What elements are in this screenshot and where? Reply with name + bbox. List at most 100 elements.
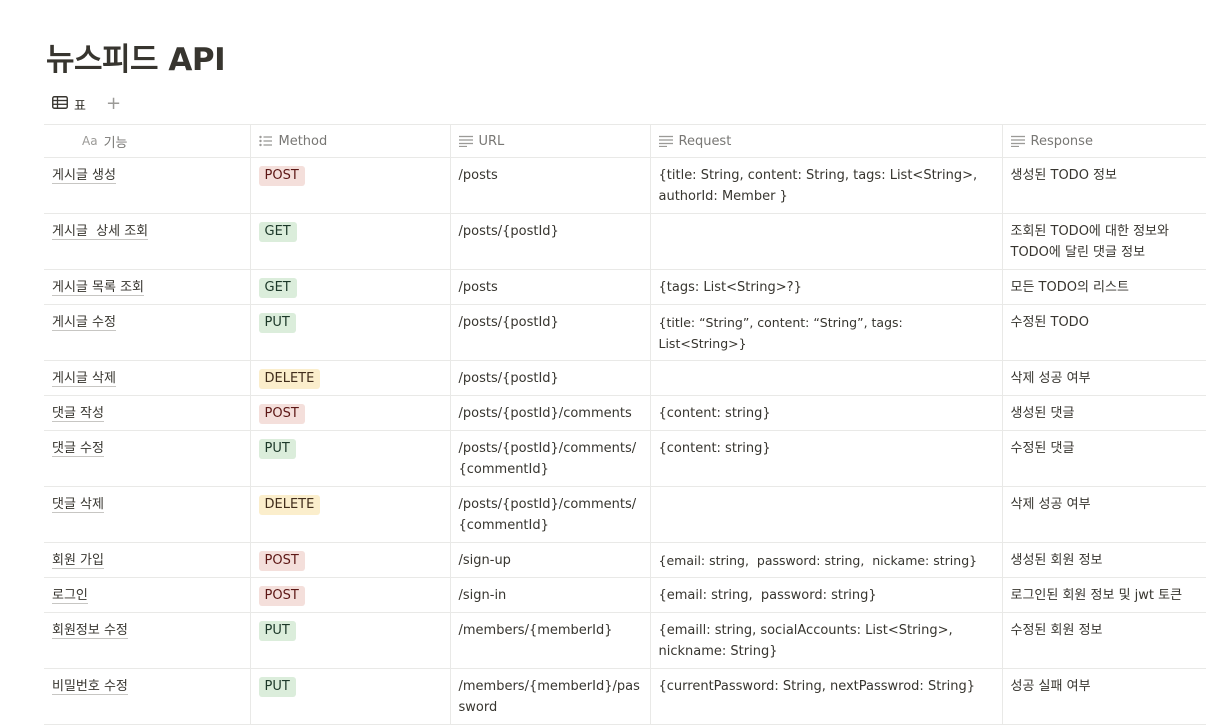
cell-response[interactable]: 수정된 회원 정보	[1002, 612, 1206, 669]
cell-method[interactable]: POST	[250, 395, 451, 431]
method-tag: PUT	[258, 313, 296, 333]
cell-method[interactable]: DELETE	[250, 360, 451, 396]
column-header-url[interactable]: URL	[450, 124, 651, 158]
cell-response[interactable]: 생성된 회원 정보	[1002, 542, 1206, 578]
cell-function[interactable]: 댓글 수정	[44, 430, 251, 487]
cell-function[interactable]: 댓글 작성	[44, 395, 251, 431]
cell-method[interactable]: PUT	[250, 668, 451, 725]
cell-response[interactable]: 생성된 TODO 정보	[1002, 157, 1206, 214]
cell-method[interactable]: PUT	[250, 430, 451, 487]
text-property-icon	[458, 135, 473, 148]
text-property-icon	[658, 135, 673, 148]
cell-response[interactable]: 수정된 TODO	[1002, 304, 1206, 361]
cell-url[interactable]: /posts/{postId}/comments/{commentId}	[450, 486, 651, 543]
cell-function[interactable]: 게시글 삭제	[44, 360, 251, 396]
method-tag: DELETE	[258, 369, 321, 389]
table-row: 게시글 삭제 DELETE /posts/{postId} 삭제 성공 여부	[44, 360, 1206, 396]
cell-url[interactable]: /posts	[450, 157, 651, 214]
cell-request[interactable]: {tags: List<String>?}	[650, 269, 1003, 305]
cell-url[interactable]: /posts/{postId}	[450, 213, 651, 270]
cell-url[interactable]: /posts/{postId}/comments/{commentId}	[450, 430, 651, 487]
row-title-link[interactable]: 게시글 생성	[52, 168, 116, 184]
cell-response[interactable]: 생성된 댓글	[1002, 395, 1206, 431]
method-tag: POST	[258, 586, 305, 606]
cell-response[interactable]: 조회된 TODO에 대한 정보와 TODO에 달린 댓글 정보	[1002, 213, 1206, 270]
cell-url[interactable]: /posts/{postId}	[450, 360, 651, 396]
row-title-link[interactable]: 댓글 삭제	[52, 497, 104, 513]
cell-method[interactable]: POST	[250, 542, 451, 578]
method-tag: POST	[258, 551, 305, 571]
method-tag: PUT	[258, 621, 296, 641]
cell-function[interactable]: 회원 가입	[44, 542, 251, 578]
cell-request[interactable]: {title: String, content: String, tags: L…	[650, 157, 1003, 214]
list-icon	[258, 135, 273, 147]
table-icon	[52, 95, 68, 113]
column-header-request[interactable]: Request	[650, 124, 1003, 158]
cell-request[interactable]: {currentPassword: String, nextPasswrod: …	[650, 668, 1003, 725]
cell-function[interactable]: 게시글 생성	[44, 157, 251, 214]
row-title-link[interactable]: 회원정보 수정	[52, 623, 128, 639]
add-view-button[interactable]: +	[106, 95, 121, 113]
table-row: 댓글 삭제 DELETE /posts/{postId}/comments/{c…	[44, 486, 1206, 543]
cell-request[interactable]	[650, 486, 1003, 543]
cell-function[interactable]: 댓글 삭제	[44, 486, 251, 543]
row-title-link[interactable]: 비밀번호 수정	[52, 679, 128, 695]
table-body: 게시글 생성 POST /posts {title: String, conte…	[44, 157, 1206, 725]
view-tabs: 표 +	[52, 93, 121, 115]
cell-method[interactable]: GET	[250, 213, 451, 270]
cell-method[interactable]: POST	[250, 157, 451, 214]
cell-response[interactable]: 로그인된 회원 정보 및 jwt 토큰	[1002, 577, 1206, 613]
database-table: Aa 기능 Method URL Request Response 게시글 생성…	[44, 124, 1206, 725]
cell-request[interactable]: {content: string}	[650, 395, 1003, 431]
row-title-link[interactable]: 회원 가입	[52, 553, 104, 569]
method-tag: PUT	[258, 439, 296, 459]
cell-response[interactable]: 삭제 성공 여부	[1002, 360, 1206, 396]
cell-function[interactable]: 게시글 목록 조회	[44, 269, 251, 305]
table-row: 회원정보 수정 PUT /members/{memberId} {emaill:…	[44, 612, 1206, 669]
cell-url[interactable]: /sign-up	[450, 542, 651, 578]
cell-request[interactable]: {emaill: string, socialAccounts: List<St…	[650, 612, 1003, 669]
cell-url[interactable]: /sign-in	[450, 577, 651, 613]
cell-request[interactable]: {email: string, password: string}	[650, 577, 1003, 613]
row-title-link[interactable]: 게시글 목록 조회	[52, 280, 144, 296]
cell-url[interactable]: /posts/{postId}/comments	[450, 395, 651, 431]
cell-url[interactable]: /members/{memberId}/password	[450, 668, 651, 725]
row-title-link[interactable]: 게시글 상세 조회	[52, 224, 149, 240]
cell-method[interactable]: GET	[250, 269, 451, 305]
column-header-response[interactable]: Response	[1002, 124, 1206, 158]
cell-method[interactable]: POST	[250, 577, 451, 613]
cell-function[interactable]: 게시글 수정	[44, 304, 251, 361]
tab-table-view[interactable]: 표	[52, 95, 86, 114]
column-header-function[interactable]: Aa 기능	[44, 124, 251, 158]
cell-request[interactable]	[650, 213, 1003, 270]
cell-url[interactable]: /members/{memberId}	[450, 612, 651, 669]
row-title-link[interactable]: 댓글 작성	[52, 406, 104, 422]
cell-response[interactable]: 성공 실패 여부	[1002, 668, 1206, 725]
cell-function[interactable]: 회원정보 수정	[44, 612, 251, 669]
row-title-link[interactable]: 게시글 수정	[52, 315, 116, 331]
cell-url[interactable]: /posts/{postId}	[450, 304, 651, 361]
cell-response[interactable]: 삭제 성공 여부	[1002, 486, 1206, 543]
table-row: 댓글 작성 POST /posts/{postId}/comments {con…	[44, 395, 1206, 431]
cell-request[interactable]	[650, 360, 1003, 396]
title-property-icon: Aa	[82, 134, 98, 148]
table-row: 게시글 수정 PUT /posts/{postId} {title: “Stri…	[44, 304, 1206, 361]
method-tag: POST	[258, 166, 305, 186]
row-title-link[interactable]: 댓글 수정	[52, 441, 104, 457]
cell-response[interactable]: 수정된 댓글	[1002, 430, 1206, 487]
cell-url[interactable]: /posts	[450, 269, 651, 305]
cell-method[interactable]: DELETE	[250, 486, 451, 543]
row-title-link[interactable]: 게시글 삭제	[52, 371, 116, 387]
cell-function[interactable]: 로그인	[44, 577, 251, 613]
cell-response[interactable]: 모든 TODO의 리스트	[1002, 269, 1206, 305]
cell-function[interactable]: 게시글 상세 조회	[44, 213, 251, 270]
row-title-link[interactable]: 로그인	[52, 588, 88, 604]
cell-function[interactable]: 비밀번호 수정	[44, 668, 251, 725]
cell-request[interactable]: {title: “String”, content: “String”, tag…	[650, 304, 1003, 361]
cell-request[interactable]: {email: string, password: string, nickam…	[650, 542, 1003, 578]
cell-request[interactable]: {content: string}	[650, 430, 1003, 487]
column-header-label: URL	[478, 133, 505, 149]
column-header-method[interactable]: Method	[250, 124, 451, 158]
cell-method[interactable]: PUT	[250, 304, 451, 361]
cell-method[interactable]: PUT	[250, 612, 451, 669]
